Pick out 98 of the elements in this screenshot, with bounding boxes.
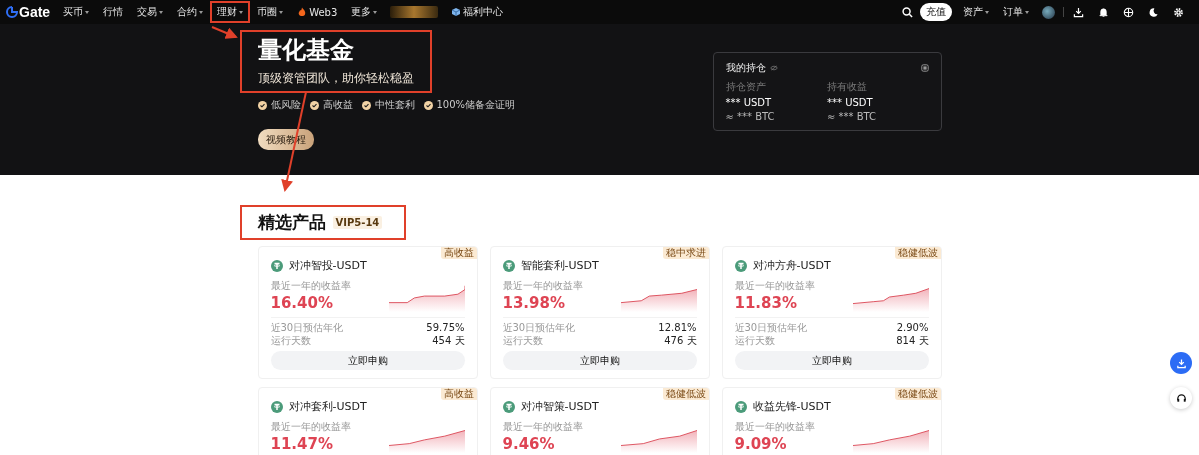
vip-badge: VIP5-14 bbox=[332, 216, 383, 229]
product-name: 收益先锋-USDT bbox=[752, 399, 831, 414]
caret-icon bbox=[279, 10, 284, 14]
nav-menu-item[interactable]: 合约 bbox=[170, 1, 211, 23]
tether-icon bbox=[270, 400, 283, 413]
stat-label: 近30日预估年化 bbox=[502, 321, 576, 334]
eye-off-icon[interactable] bbox=[769, 64, 778, 72]
caret-icon bbox=[985, 10, 989, 14]
product-tag: 高收益 bbox=[440, 247, 477, 259]
nav-menu-item[interactable]: 币圈 bbox=[250, 1, 291, 23]
download-float-button[interactable] bbox=[1170, 352, 1192, 374]
caret-icon bbox=[159, 10, 164, 14]
tether-icon bbox=[734, 259, 747, 272]
annual-rate: 9.09% bbox=[734, 435, 788, 453]
tether-icon bbox=[502, 400, 515, 413]
tether-icon bbox=[734, 400, 747, 413]
record-icon[interactable] bbox=[920, 64, 929, 72]
feature-label: 中性套利 bbox=[374, 98, 415, 112]
stat-value: 59.75% bbox=[426, 321, 465, 334]
nav-menu-item[interactable]: 更多 bbox=[344, 1, 385, 23]
logo-icon bbox=[6, 6, 18, 18]
nav-menu-item[interactable]: 买币 bbox=[56, 1, 97, 23]
settings-icon[interactable] bbox=[1173, 6, 1184, 18]
product-name: 对冲套利-USDT bbox=[288, 399, 367, 414]
feature-label: 低风险 bbox=[270, 98, 301, 112]
product-tag: 高收益 bbox=[440, 388, 477, 400]
holding-value: *** USDT bbox=[725, 97, 773, 108]
product-name: 对冲方舟-USDT bbox=[752, 258, 831, 273]
product-tag: 稳健低波 bbox=[894, 388, 941, 400]
globe-icon[interactable] bbox=[1123, 6, 1134, 18]
nav-menu-item[interactable]: 理财 bbox=[210, 1, 251, 23]
avatar[interactable] bbox=[1042, 5, 1055, 19]
stat-value: 2.90% bbox=[896, 321, 929, 334]
tether-icon bbox=[270, 259, 283, 272]
feature-label: 高收益 bbox=[322, 98, 353, 112]
subscribe-button[interactable]: 立即申购 bbox=[734, 351, 929, 370]
caret-icon bbox=[373, 10, 378, 14]
holding-approx-value: ≈ *** BTC bbox=[725, 111, 776, 122]
caret-icon bbox=[85, 10, 90, 14]
download-icon[interactable] bbox=[1073, 6, 1084, 18]
product-tag: 稳健低波 bbox=[894, 247, 941, 259]
flame-icon bbox=[297, 7, 308, 17]
caret-icon bbox=[1025, 10, 1029, 14]
caret-icon bbox=[239, 10, 244, 14]
annual-rate: 11.47% bbox=[270, 435, 334, 453]
annual-rate: 9.46% bbox=[502, 435, 556, 453]
product-name: 智能套利-USDT bbox=[520, 258, 599, 273]
stat-label: 运行天数 bbox=[502, 334, 543, 347]
stat-value: 476 天 bbox=[664, 334, 697, 347]
headset-icon bbox=[1175, 392, 1187, 404]
caret-icon bbox=[199, 10, 204, 14]
holding-approx-value: ≈ *** BTC bbox=[827, 111, 878, 122]
cube-icon bbox=[451, 7, 462, 17]
check-icon bbox=[361, 100, 371, 110]
holding-label: 持有收益 bbox=[827, 80, 868, 94]
stat-label: 运行天数 bbox=[270, 334, 311, 347]
gate-logo[interactable]: Gate bbox=[6, 4, 51, 20]
holdings-title: 我的持仓 bbox=[725, 61, 766, 75]
promo-banner[interactable] bbox=[390, 6, 439, 18]
check-icon bbox=[423, 100, 433, 110]
bell-icon[interactable] bbox=[1098, 6, 1109, 18]
stat-value: 12.81% bbox=[658, 321, 697, 334]
stat-value: 454 天 bbox=[432, 334, 465, 347]
search-icon[interactable] bbox=[902, 6, 913, 18]
holding-label: 持仓资产 bbox=[725, 80, 767, 94]
stat-label: 运行天数 bbox=[734, 334, 775, 347]
tether-icon bbox=[502, 259, 515, 272]
check-icon bbox=[309, 100, 319, 110]
hero-subtitle: 顶级资管团队，助你轻松稳盈 bbox=[257, 70, 414, 87]
stat-label: 近30日预估年化 bbox=[734, 321, 808, 334]
subscribe-button[interactable]: 立即申购 bbox=[502, 351, 697, 370]
product-tag: 稳健低波 bbox=[662, 388, 709, 400]
annual-rate: 16.40% bbox=[270, 294, 334, 312]
nav-menu-item[interactable]: Web3 bbox=[290, 1, 345, 23]
nav-menu-item[interactable]: 福利中心 bbox=[444, 1, 511, 23]
subscribe-button[interactable]: 立即申购 bbox=[270, 351, 465, 370]
section-title: 精选产品 bbox=[257, 211, 326, 234]
support-float-button[interactable] bbox=[1170, 387, 1192, 409]
stat-label: 近30日预估年化 bbox=[270, 321, 344, 334]
nav-menu-item[interactable]: 行情 bbox=[96, 1, 131, 23]
nav-menu-item[interactable]: 资产 bbox=[956, 1, 996, 23]
product-tag: 稳中求进 bbox=[662, 247, 709, 259]
nav-menu-item[interactable]: 订单 bbox=[996, 1, 1036, 23]
download-icon bbox=[1175, 357, 1187, 369]
nav-menu-item[interactable]: 交易 bbox=[130, 1, 171, 23]
annotation-arrow bbox=[211, 26, 238, 39]
feature-label: 100%储备金证明 bbox=[436, 98, 516, 112]
annual-rate: 11.83% bbox=[734, 294, 798, 312]
moon-icon[interactable] bbox=[1148, 6, 1159, 18]
deposit-button[interactable]: 充值 bbox=[920, 3, 952, 21]
logo-text: Gate bbox=[19, 4, 51, 20]
hero-title: 量化基金 bbox=[257, 36, 355, 64]
holding-value: *** USDT bbox=[827, 97, 874, 108]
annual-rate: 13.98% bbox=[502, 294, 566, 312]
stat-value: 814 天 bbox=[896, 334, 929, 347]
product-name: 对冲智策-USDT bbox=[520, 399, 599, 414]
check-icon bbox=[257, 100, 267, 110]
product-name: 对冲智投-USDT bbox=[288, 258, 367, 273]
